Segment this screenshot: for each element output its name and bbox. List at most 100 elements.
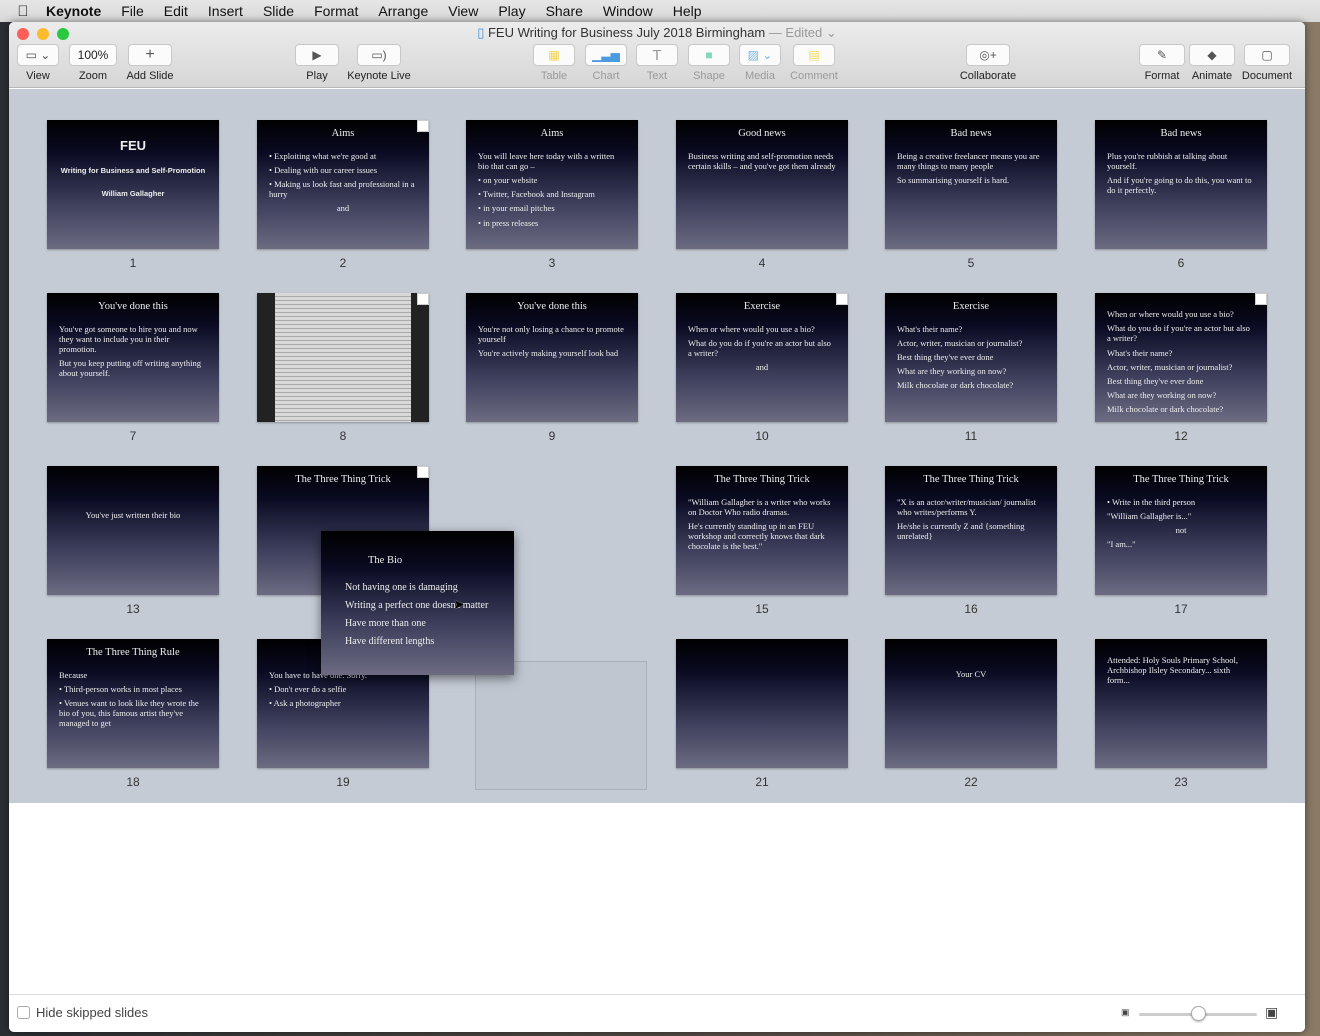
slide-text: Being a creative freelancer means you ar…	[897, 150, 1040, 171]
slide-thumbnail[interactable]: The Three Thing Trick "X is an actor/writ…	[885, 466, 1057, 595]
slide-thumbnail[interactable]: The Three Thing Trick • Write in the thir…	[1095, 466, 1267, 595]
add-slide-button[interactable]: + Add Slide	[122, 44, 178, 82]
slide-thumbnail[interactable]: You've just written their bio	[47, 466, 219, 595]
shape-button[interactable]: ■ Shape	[687, 44, 731, 82]
slide-text: Attended: Holy Souls Primary School, Arc…	[1107, 655, 1239, 686]
view-button[interactable]: ▭ ⌄ View	[17, 44, 59, 82]
slide-thumbnail[interactable]: Attended: Holy Souls Primary School, Arc…	[1095, 639, 1267, 768]
menu-play[interactable]: Play	[498, 3, 525, 19]
slide-text: He's currently standing up in an FEU wor…	[688, 520, 825, 552]
menu-window[interactable]: Window	[603, 3, 653, 19]
slide-thumbnail[interactable]: Aims • Exploiting what we're good at • Dea…	[257, 120, 429, 249]
slide-thumbnail[interactable]: Bad news Plus you're rubbish at talking a…	[1095, 120, 1267, 249]
slide-title: You've done this	[517, 301, 587, 312]
slide-thumbnail[interactable]: FEU Writing for Business and Self-Promoti…	[47, 120, 219, 249]
slide-thumbnail[interactable]: Aims You will leave here today with a wri…	[466, 120, 638, 249]
keynote-live-button[interactable]: ▭) Keynote Live	[344, 44, 414, 82]
slide-title: Bad news	[1160, 128, 1202, 139]
slide-title: Bad news	[950, 128, 992, 139]
slide-text: Milk chocolate or dark chocolate?	[1107, 404, 1224, 415]
slide-thumbnail[interactable]: Exercise What's their name? Actor, writer,…	[885, 293, 1057, 422]
slide-number: 9	[548, 429, 556, 443]
slide-text: • on your website	[478, 174, 538, 185]
play-button[interactable]: ▶ Play	[295, 44, 339, 82]
menu-format[interactable]: Format	[314, 3, 358, 19]
large-thumbnail-icon: ▣	[1265, 1004, 1279, 1020]
text-button[interactable]: T Text	[635, 44, 679, 82]
comment-button[interactable]: ▤ Comment	[789, 44, 839, 82]
presenter-notes-icon[interactable]	[417, 293, 429, 305]
slide-thumbnail[interactable]: The Three Thing Trick "William Gallagher …	[676, 466, 848, 595]
slide-title: Aims	[331, 128, 355, 139]
zoom-button[interactable]: 100% Zoom	[69, 44, 117, 82]
slide-text: Actor, writer, musician or journalist?	[897, 337, 1023, 348]
table-button[interactable]: ▦ Table	[532, 44, 576, 82]
animate-button[interactable]: ◆ Animate	[1189, 44, 1235, 82]
slide-thumbnail[interactable]: Exercise When or where would you use a bi…	[676, 293, 848, 422]
sidebar-icon: ▭ ⌄	[17, 44, 59, 66]
menu-help[interactable]: Help	[673, 3, 702, 19]
chart-icon: ▁▃▅	[585, 44, 627, 66]
light-table-grid: FEU Writing for Business and Self-Promoti…	[9, 89, 1305, 803]
menu-view[interactable]: View	[448, 3, 478, 19]
slide-thumbnail[interactable]: You've done this You've got someone to hi…	[47, 293, 219, 422]
comment-icon: ▤	[793, 44, 835, 66]
slide-thumbnail[interactable]: You've done this You're not only losing a…	[466, 293, 638, 422]
slide-title: Good news	[738, 128, 786, 139]
slide-text: Business writing and self-promotion need…	[688, 150, 836, 171]
small-thumbnail-icon: ▣	[1121, 1007, 1130, 1017]
menu-insert[interactable]: Insert	[208, 3, 243, 19]
slide-title: The Three Thing Trick	[1133, 474, 1229, 485]
document-button[interactable]: ▢ Document	[1239, 44, 1295, 82]
format-button[interactable]: ✎ Format	[1139, 44, 1185, 82]
slide-number: 22	[964, 775, 978, 789]
slide-thumbnail[interactable]: The Three Thing Rule Because • Third-perso…	[47, 639, 219, 768]
slide-text: • Ask a photographer	[269, 697, 341, 708]
dragged-slide[interactable]: The Bio Not having one is damaging Writing…	[321, 531, 514, 675]
media-icon: ▨ ⌄	[739, 44, 781, 66]
slide-text: Best thing they've ever done	[897, 351, 994, 362]
menu-share[interactable]: Share	[546, 3, 583, 19]
footer-bar: Hide skipped slides ▣ ▣	[9, 994, 1305, 1032]
slide-text: William Gallagher	[101, 188, 165, 198]
slide-title: The Bio	[368, 555, 403, 566]
menu-edit[interactable]: Edit	[164, 3, 188, 19]
slide-text: What's their name?	[897, 323, 963, 334]
menu-app[interactable]: Keynote	[46, 3, 101, 19]
menu-slide[interactable]: Slide	[263, 3, 294, 19]
slide-title: Exercise	[952, 301, 990, 312]
slide-text: • Venues want to look like they wrote th…	[59, 697, 199, 729]
menu-arrange[interactable]: Arrange	[378, 3, 428, 19]
paintbrush-icon: ✎	[1139, 44, 1185, 66]
text-icon: T	[636, 44, 678, 66]
slide-text: And if you're going to do this, you want…	[1107, 174, 1252, 196]
plus-icon: +	[128, 44, 172, 66]
mouse-cursor-icon: ➤	[453, 597, 465, 613]
keynote-window: ▯ FEU Writing for Business July 2018 Bir…	[9, 22, 1305, 1032]
apple-icon[interactable]: 	[0, 3, 46, 20]
slide-text: • Third-person works in most places	[59, 683, 182, 694]
presenter-notes-icon[interactable]	[417, 466, 429, 478]
hide-skipped-checkbox[interactable]	[17, 1006, 30, 1019]
slide-thumbnail[interactable]	[257, 293, 429, 422]
slide-text: Milk chocolate or dark chocolate?	[897, 380, 1014, 391]
menu-file[interactable]: File	[121, 3, 144, 19]
slide-thumbnail[interactable]	[676, 639, 848, 768]
presenter-notes-icon[interactable]	[836, 293, 848, 305]
presenter-notes-icon[interactable]	[1255, 293, 1267, 305]
slide-text: You've got someone to hire you and now t…	[59, 323, 198, 354]
slide-thumbnail[interactable]: Your CV	[885, 639, 1057, 768]
presenter-notes-icon[interactable]	[417, 120, 429, 132]
chart-button[interactable]: ▁▃▅ Chart	[584, 44, 628, 82]
slide-thumbnail[interactable]: When or where would you use a bio? What d…	[1095, 293, 1267, 422]
media-button[interactable]: ▨ ⌄ Media	[738, 44, 782, 82]
edited-status[interactable]: — Edited	[769, 25, 822, 40]
slide-text: Best thing they've ever done	[1107, 375, 1204, 386]
slide-number: 1	[129, 256, 137, 270]
slide-text: When or where would you use a bio?	[688, 323, 815, 334]
slider-knob[interactable]	[1191, 1006, 1206, 1021]
collaborate-button[interactable]: ◎+ Collaborate	[954, 44, 1022, 82]
slide-text: What are they working on now?	[1107, 390, 1217, 401]
slide-thumbnail[interactable]: Bad news Being a creative freelancer mean…	[885, 120, 1057, 249]
slide-thumbnail[interactable]: Good news Business writing and self-promo…	[676, 120, 848, 249]
